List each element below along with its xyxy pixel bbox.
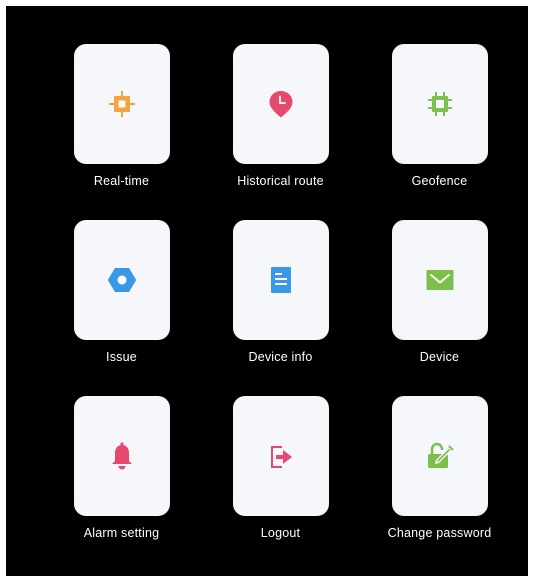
- app-screen: Real-time Historical route Geofence Issu…: [6, 6, 528, 576]
- menu-item-historical-route[interactable]: Historical route: [201, 44, 360, 220]
- menu-grid: Real-time Historical route Geofence Issu…: [42, 44, 520, 572]
- menu-item-label: Issue: [106, 350, 137, 364]
- menu-tile[interactable]: [73, 396, 170, 516]
- menu-item-label: Device info: [248, 350, 313, 364]
- menu-item-label: Alarm setting: [83, 526, 160, 540]
- envelope-icon: [426, 270, 453, 290]
- menu-item-change-password[interactable]: Change password: [360, 396, 519, 572]
- menu-tile[interactable]: [391, 220, 488, 340]
- menu-item-label: Change password: [387, 526, 492, 540]
- menu-tile[interactable]: [232, 44, 329, 164]
- bell-icon: [111, 442, 132, 470]
- menu-tile[interactable]: [232, 396, 329, 516]
- menu-item-alarm-setting[interactable]: Alarm setting: [42, 396, 201, 572]
- menu-tile[interactable]: [391, 396, 488, 516]
- menu-tile[interactable]: [391, 44, 488, 164]
- realtime-chip-icon: [108, 91, 135, 117]
- menu-item-label: Device: [419, 350, 460, 364]
- menu-item-label: Historical route: [237, 174, 324, 188]
- menu-item-label: Real-time: [93, 174, 150, 188]
- menu-tile[interactable]: [73, 44, 170, 164]
- geofence-chip-icon: [427, 92, 452, 116]
- unlock-edit-icon: [427, 442, 453, 468]
- menu-item-device-info[interactable]: Device info: [201, 220, 360, 396]
- menu-item-label: Logout: [260, 526, 301, 540]
- menu-item-issue[interactable]: Issue: [42, 220, 201, 396]
- hexagon-icon: [107, 268, 136, 292]
- menu-tile[interactable]: [73, 220, 170, 340]
- location-clock-pin-icon: [269, 91, 292, 118]
- menu-tile[interactable]: [232, 220, 329, 340]
- menu-item-label: Geofence: [411, 174, 468, 188]
- logout-icon: [270, 446, 292, 468]
- menu-item-real-time[interactable]: Real-time: [42, 44, 201, 220]
- menu-item-geofence[interactable]: Geofence: [360, 44, 519, 220]
- document-icon: [270, 267, 291, 293]
- menu-item-logout[interactable]: Logout: [201, 396, 360, 572]
- menu-item-device[interactable]: Device: [360, 220, 519, 396]
